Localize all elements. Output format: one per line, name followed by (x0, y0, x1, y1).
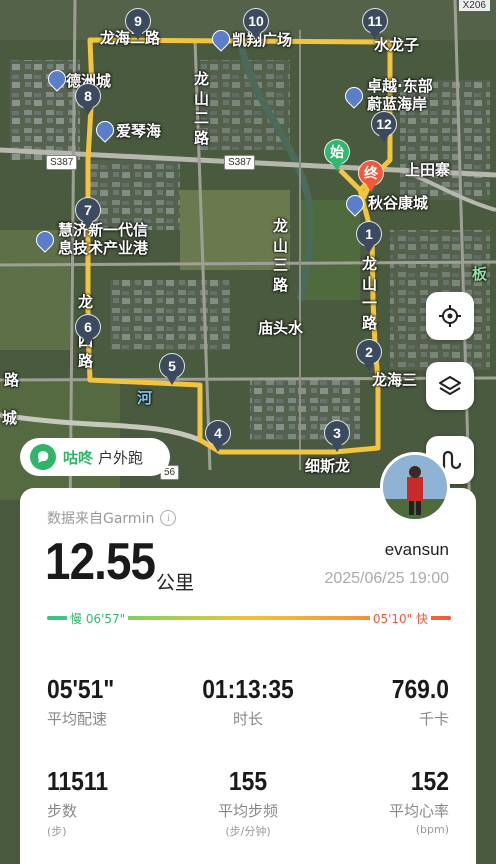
km-marker[interactable]: 4 (205, 420, 231, 452)
map-label-plaza: 凯翔广场 (232, 31, 293, 49)
km-marker[interactable]: 1 (356, 221, 382, 253)
info-icon[interactable]: i (160, 510, 177, 526)
map-label-huiji-a: 慧济新一代信 (58, 221, 149, 239)
start-marker[interactable]: 始 (324, 139, 350, 171)
map-label-shuilongzi: 水龙子 (374, 36, 420, 54)
map-label-river: 河 (137, 389, 153, 407)
km-marker[interactable]: 3 (324, 420, 350, 452)
map-label-longhai-san: 龙海三 (372, 371, 418, 389)
data-source-label: 数据来自Garmin (47, 511, 155, 527)
km-marker[interactable]: 2 (356, 339, 382, 371)
stat-value: 01:13:35 (202, 674, 294, 704)
stat-heart-rate: 152 平均心率 (bpm) (309, 766, 449, 836)
app-badge: 咕咚 户外跑 (20, 438, 170, 476)
stat-steps: 11511 步数 (步) (47, 766, 187, 839)
stat-avg-pace: 05'51" 平均配速 (47, 674, 187, 729)
map-label-huiji-b: 息技术产业港 (58, 239, 149, 257)
km-marker[interactable]: 8 (75, 83, 101, 115)
data-source: 数据来自Garmin i (47, 508, 177, 528)
stat-value: 769.0 (391, 674, 449, 704)
map-label-toutoushui: 庙头水 (258, 319, 304, 337)
km-marker[interactable]: 5 (159, 353, 185, 385)
map-label-ban: 板 (472, 265, 488, 283)
stat-value: 155 (228, 766, 268, 796)
stat-unit: (步) (47, 825, 67, 838)
map-label-zhuoyue-b: 蔚蓝海岸 (367, 95, 428, 113)
road-tag-s387-left: S387 (46, 155, 78, 170)
stat-label: 时长 (232, 710, 263, 728)
stat-label: 平均配速 (47, 710, 108, 728)
stat-label: 平均心率 (388, 802, 449, 820)
map-label-longshan-yi: 龙山一路 (361, 255, 377, 332)
stat-value: 05'51" (47, 674, 115, 704)
end-marker[interactable]: 终 (358, 160, 384, 192)
stat-label: 千卡 (418, 710, 449, 728)
pace-gradient-bar: 慢 06'57" 05'10" 快 (47, 610, 451, 627)
pace-fast-label: 05'10" 快 (369, 610, 431, 627)
stat-unit: (bpm) (415, 823, 449, 836)
avatar-photo (383, 455, 447, 519)
map-label-road-left: 路 (4, 371, 20, 389)
stat-label: 步数 (47, 802, 78, 820)
map-label-qiugu: 秋谷康城 (368, 194, 429, 212)
activity-datetime: 2025/06/25 19:00 (324, 570, 449, 587)
username: evansun (384, 540, 449, 559)
stat-duration: 01:13:35 时长 (178, 674, 318, 729)
stat-unit: (步/分钟) (225, 825, 271, 838)
avatar[interactable] (380, 452, 450, 522)
stat-label: 平均步频 (217, 802, 278, 820)
layers-button[interactable] (426, 362, 474, 410)
locate-icon (439, 305, 461, 327)
app-brand-name: 咕咚 (63, 448, 94, 467)
map-label-longhai-er: 龙海二路 (100, 29, 161, 47)
km-marker[interactable]: 10 (243, 8, 269, 40)
stat-value: 11511 (47, 766, 109, 796)
map-label-xisilong: 细斯龙 (305, 457, 351, 475)
pace-slow-label: 慢 06'57" (67, 610, 129, 627)
km-marker[interactable]: 12 (371, 111, 397, 143)
summary-card: 数据来自Garmin i 12.55 公里 evansun 2025/06/25… (20, 488, 476, 864)
stat-cadence: 155 平均步频 (步/分钟) (178, 766, 318, 839)
map-label-zhuoyue-a: 卓越·东部 (367, 77, 433, 95)
distance-unit: 公里 (156, 572, 195, 594)
map-label-longshan-san: 龙山三路 (272, 217, 288, 294)
map-label-longshan-er: 龙山二路 (193, 70, 209, 147)
map-label-shangtianzhai: 上田寨 (405, 161, 451, 179)
layers-icon (439, 376, 461, 395)
km-marker[interactable]: 11 (362, 8, 388, 40)
stat-value: 152 (410, 766, 449, 796)
road-tag-s387-center: S387 (224, 155, 256, 170)
map-label-city-left: 城 (2, 409, 18, 427)
map-label-aiqinhai: 爱琴海 (116, 122, 162, 140)
km-marker[interactable]: 6 (75, 314, 101, 346)
stat-calories: 769.0 千卡 (309, 674, 449, 729)
codoon-logo-icon (30, 444, 56, 470)
locate-button[interactable] (426, 292, 474, 340)
corner-road-tag: X206 (458, 0, 490, 11)
km-marker[interactable]: 7 (75, 197, 101, 229)
distance-value: 12.55 (45, 533, 156, 591)
activity-type: 户外跑 (98, 448, 144, 467)
km-marker[interactable]: 9 (125, 8, 151, 40)
